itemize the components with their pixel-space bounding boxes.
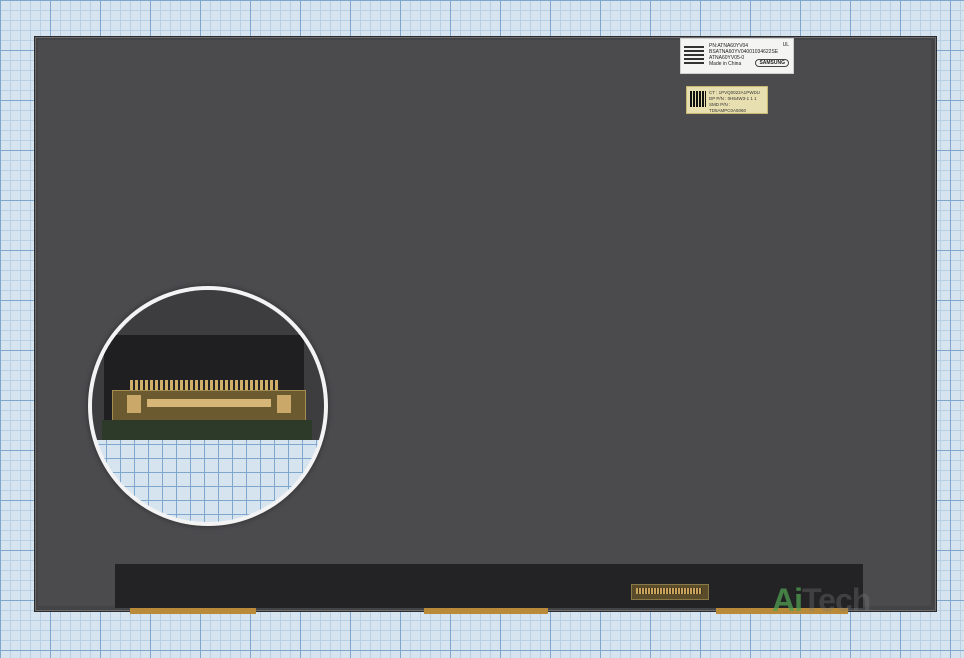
watermark-rest: Tech xyxy=(802,582,871,618)
zoom-latch-left xyxy=(127,395,141,413)
flex-cable-2 xyxy=(424,608,548,614)
driver-board-strip xyxy=(115,564,863,608)
datamatrix-icon xyxy=(690,91,706,107)
watermark-logo: AiTech xyxy=(772,582,871,619)
part-line-3: SMD P/N : TD5AMPC0A5060 xyxy=(709,102,747,113)
zoom-latch-bar xyxy=(147,399,271,407)
display-connector xyxy=(631,584,709,600)
connector-zoom-inset xyxy=(88,286,328,526)
zoom-pcb xyxy=(102,420,312,440)
brand-logo: SAMSUNG xyxy=(755,59,789,67)
zoom-connector-housing xyxy=(112,390,306,422)
part-label-text: CT : 1PVQ0022A1PWDU DP P/N : 0H54W3-1 1 … xyxy=(709,90,767,114)
serial-label: PN:ATNA60YV04 BSATNA60YV04001034622SE AT… xyxy=(680,38,794,74)
part-label: CT : 1PVQ0022A1PWDU DP P/N : 0H54W3-1 1 … xyxy=(686,86,768,114)
flex-cable-1 xyxy=(130,608,256,614)
watermark-lead: Ai xyxy=(772,582,803,618)
qr-code-icon xyxy=(684,44,704,64)
zoom-latch-right xyxy=(277,395,291,413)
cert-mark: UL xyxy=(782,42,789,48)
